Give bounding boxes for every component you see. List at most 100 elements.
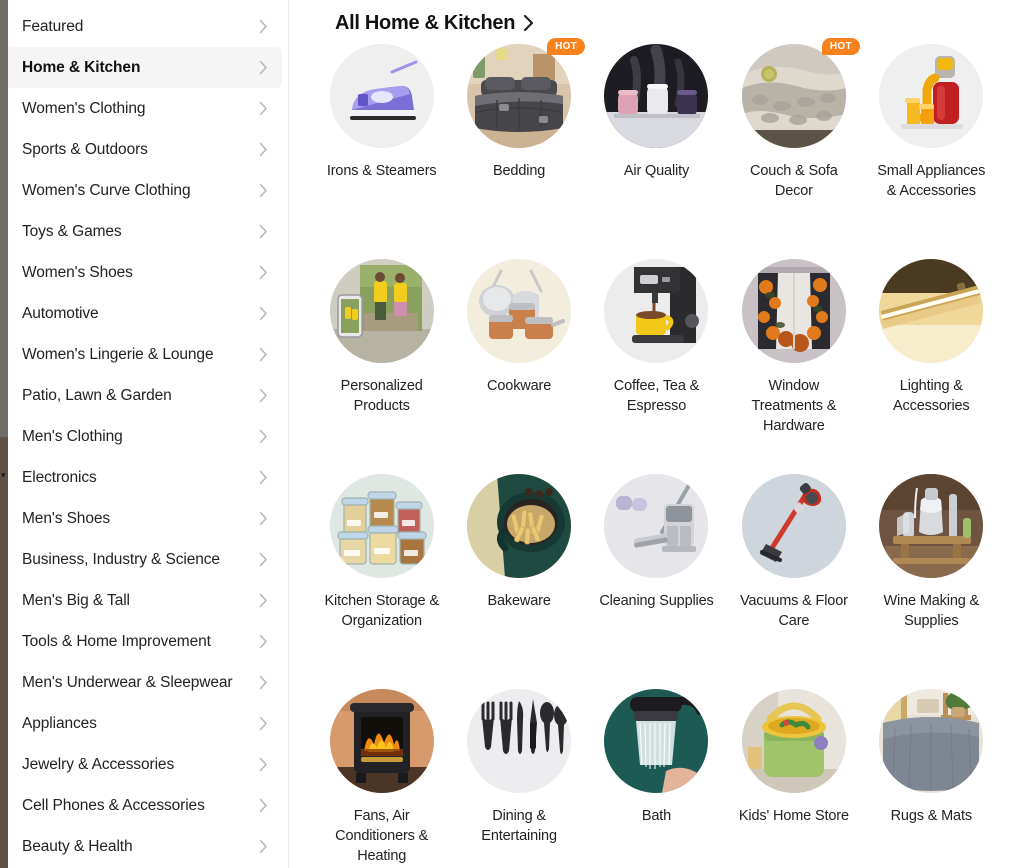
sidebar-item-toys-games[interactable]: Toys & Games bbox=[6, 211, 282, 252]
category-tile-kids-home-store[interactable]: Kids' Home Store bbox=[725, 689, 862, 868]
category-sidebar[interactable]: Featured Home & Kitchen Women's Clothing Sp… bbox=[0, 0, 289, 868]
air-fryer-fries-icon bbox=[467, 474, 572, 578]
chevron-right-icon bbox=[258, 511, 268, 526]
category-tile-lighting-accessories[interactable]: Lighting & Accessories bbox=[863, 259, 1000, 474]
sidebar-item-men-s-clothing[interactable]: Men's Clothing bbox=[6, 416, 282, 457]
category-tile-cleaning-supplies[interactable]: Cleaning Supplies bbox=[588, 474, 725, 689]
sidebar-item-label: Tools & Home Improvement bbox=[22, 632, 211, 650]
subcategory-grid: Irons & Steamers HOT Bedding Air Quality HOT… bbox=[313, 38, 1000, 868]
sidebar-item-electronics[interactable]: Electronics bbox=[6, 457, 282, 498]
page-title: All Home & Kitchen bbox=[335, 11, 516, 34]
space-heater-icon bbox=[329, 689, 434, 793]
category-tile-label: Couch & Sofa Decor bbox=[750, 163, 838, 199]
category-tile-bedding[interactable]: HOT Bedding bbox=[450, 38, 587, 259]
category-tile-label: Dining & Entertaining bbox=[481, 808, 557, 844]
sidebar-item-label: Women's Shoes bbox=[22, 263, 133, 281]
mop-bucket-icon bbox=[604, 474, 709, 578]
bed-comforter-icon bbox=[467, 44, 572, 148]
category-tile-label: Vacuums & Floor Care bbox=[739, 593, 848, 629]
category-tile-bakeware[interactable]: Bakeware bbox=[450, 474, 587, 689]
sidebar-item-women-s-lingerie-lounge[interactable]: Women's Lingerie & Lounge bbox=[6, 334, 282, 375]
category-thumbnail-wrap bbox=[329, 44, 434, 148]
category-tile-window-treatments-hardware[interactable]: Window Treatments & Hardware bbox=[725, 259, 862, 474]
sidebar-item-men-s-shoes[interactable]: Men's Shoes bbox=[6, 498, 282, 539]
category-tile-label: Kids' Home Store bbox=[738, 808, 849, 824]
sidebar-item-tools-home-improvement[interactable]: Tools & Home Improvement bbox=[6, 621, 282, 662]
sidebar-item-men-s-underwear-sleepwear[interactable]: Men's Underwear & Sleepwear bbox=[6, 662, 282, 703]
toy-storage-basket-icon bbox=[741, 689, 846, 793]
category-tile-cookware[interactable]: Cookware bbox=[450, 259, 587, 474]
chevron-right-icon bbox=[258, 470, 268, 485]
category-tile-label: Bakeware bbox=[487, 593, 551, 609]
category-tile-bath[interactable]: Bath bbox=[588, 689, 725, 868]
pots-pans-icon bbox=[467, 259, 572, 363]
sidebar-item-appliances[interactable]: Appliances bbox=[6, 703, 282, 744]
sidebar-item-home-kitchen[interactable]: Home & Kitchen bbox=[6, 47, 282, 88]
sidebar-item-label: Appliances bbox=[22, 714, 97, 732]
all-category-header[interactable]: All Home & Kitchen bbox=[313, 0, 1000, 38]
sidebar-item-women-s-shoes[interactable]: Women's Shoes bbox=[6, 252, 282, 293]
sidebar-item-cell-phones-accessories[interactable]: Cell Phones & Accessories bbox=[6, 785, 282, 826]
chevron-right-icon bbox=[258, 388, 268, 403]
sidebar-item-women-s-curve-clothing[interactable]: Women's Curve Clothing bbox=[6, 170, 282, 211]
sidebar-item-label: Men's Big & Tall bbox=[22, 591, 130, 609]
cocktail-shaker-icon bbox=[879, 474, 984, 578]
sidebar-item-label: Women's Clothing bbox=[22, 99, 146, 117]
category-tile-wine-making-supplies[interactable]: Wine Making & Supplies bbox=[863, 474, 1000, 689]
category-tile-label: Fans, Air Conditioners & Heating bbox=[335, 808, 429, 864]
sidebar-item-label: Sports & Outdoors bbox=[22, 140, 148, 158]
sidebar-item-label: Men's Shoes bbox=[22, 509, 111, 527]
category-tile-label: Air Quality bbox=[623, 163, 690, 179]
category-thumbnail-wrap: HOT bbox=[741, 38, 860, 148]
light-bar-icon bbox=[879, 259, 984, 363]
sidebar-item-automotive[interactable]: Automotive bbox=[6, 293, 282, 334]
sidebar-item-jewelry-accessories[interactable]: Jewelry & Accessories bbox=[6, 744, 282, 785]
sidebar-item-label: Electronics bbox=[22, 468, 97, 486]
sidebar-item-beauty-health[interactable]: Beauty & Health bbox=[6, 826, 282, 867]
category-thumbnail-wrap bbox=[329, 259, 434, 363]
sidebar-item-label: Women's Lingerie & Lounge bbox=[22, 345, 214, 363]
chevron-right-icon bbox=[258, 634, 268, 649]
sidebar-item-men-s-big-tall[interactable]: Men's Big & Tall bbox=[6, 580, 282, 621]
sidebar-item-label: Home & Kitchen bbox=[22, 58, 141, 76]
chevron-right-icon bbox=[258, 142, 268, 157]
category-tile-label: Window Treatments & Hardware bbox=[751, 378, 837, 434]
category-tile-label: Bath bbox=[641, 808, 672, 824]
sidebar-item-patio-lawn-garden[interactable]: Patio, Lawn & Garden bbox=[6, 375, 282, 416]
sidebar-item-business-industry-science[interactable]: Business, Industry & Science bbox=[6, 539, 282, 580]
chevron-right-icon bbox=[258, 675, 268, 690]
category-tile-dining-entertaining[interactable]: Dining & Entertaining bbox=[450, 689, 587, 868]
category-content-panel: All Home & Kitchen Irons & Steamers HOT Be… bbox=[289, 0, 1024, 868]
category-tile-personalized-products[interactable]: Personalized Products bbox=[313, 259, 450, 474]
category-tile-label: Kitchen Storage & Organization bbox=[324, 593, 439, 629]
sidebar-item-label: Men's Clothing bbox=[22, 427, 123, 445]
category-tile-coffee-tea-espresso[interactable]: Coffee, Tea & Espresso bbox=[588, 259, 725, 474]
category-thumbnail-wrap bbox=[329, 474, 434, 578]
chevron-right-icon bbox=[522, 14, 535, 32]
sidebar-item-sports-outdoors[interactable]: Sports & Outdoors bbox=[6, 129, 282, 170]
chevron-right-icon bbox=[258, 19, 268, 34]
chevron-right-icon bbox=[258, 265, 268, 280]
sidebar-item-label: Toys & Games bbox=[22, 222, 122, 240]
category-tile-irons-steamers[interactable]: Irons & Steamers bbox=[313, 44, 450, 259]
sidebar-item-women-s-clothing[interactable]: Women's Clothing bbox=[6, 88, 282, 129]
sidebar-item-featured[interactable]: Featured bbox=[6, 6, 282, 47]
page-scrollbar[interactable] bbox=[0, 0, 8, 868]
category-tile-small-appliances-accessories[interactable]: Small Appliances & Accessories bbox=[863, 44, 1000, 259]
category-thumbnail-wrap bbox=[879, 474, 984, 578]
category-tile-vacuums-floor-care[interactable]: Vacuums & Floor Care bbox=[725, 474, 862, 689]
chevron-right-icon bbox=[258, 552, 268, 567]
category-thumbnail-wrap bbox=[467, 689, 572, 793]
sidebar-item-label: Patio, Lawn & Garden bbox=[22, 386, 172, 404]
category-tile-couch-sofa-decor[interactable]: HOT Couch & Sofa Decor bbox=[725, 38, 862, 259]
clothes-iron-icon bbox=[329, 44, 434, 148]
cutlery-set-icon bbox=[467, 689, 572, 793]
category-tile-kitchen-storage-organization[interactable]: Kitchen Storage & Organization bbox=[313, 474, 450, 689]
category-browser-page: ▾ Featured Home & Kitchen Women's Clothing… bbox=[0, 0, 1024, 868]
category-tile-air-quality[interactable]: Air Quality bbox=[588, 44, 725, 259]
category-tile-label: Rugs & Mats bbox=[890, 808, 973, 824]
category-tile-rugs-mats[interactable]: Rugs & Mats bbox=[863, 689, 1000, 868]
category-tile-fans-air-conditioners-heating[interactable]: Fans, Air Conditioners & Heating bbox=[313, 689, 450, 868]
hot-badge: HOT bbox=[547, 38, 586, 55]
category-thumbnail-wrap: HOT bbox=[467, 38, 586, 148]
